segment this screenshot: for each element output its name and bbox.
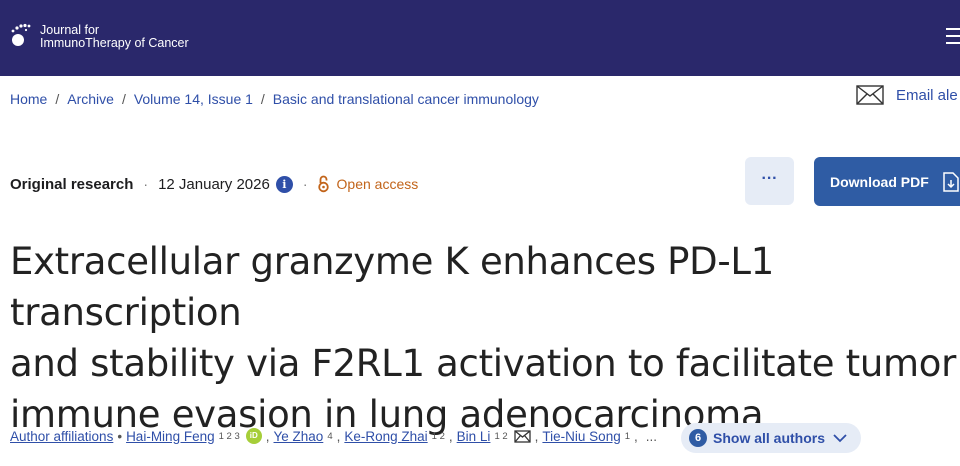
logo-mark-icon (11, 23, 31, 46)
info-icon[interactable]: i (275, 175, 293, 193)
download-pdf-button[interactable]: Download PDF (814, 157, 960, 206)
article-title-line2: and stability via F2RL1 activation to fa… (10, 342, 957, 385)
envelope-icon (856, 85, 884, 105)
breadcrumb-separator: / (121, 91, 126, 107)
author-comma: , (534, 428, 539, 444)
author-affiliation-sup: 1 2 (431, 430, 445, 442)
author-affiliations-link[interactable]: Author affiliations (10, 429, 113, 444)
site-header: Journal for ImmunoTherapy of Cancer (0, 0, 960, 76)
open-lock-icon (317, 175, 329, 193)
show-all-authors-button[interactable]: 6 Show all authors (681, 423, 862, 453)
meta-separator: · (302, 176, 308, 192)
hamburger-menu-icon[interactable] (946, 28, 960, 46)
show-all-authors-label: Show all authors (713, 430, 826, 446)
author-bullet: • (117, 428, 123, 444)
breadcrumb-archive[interactable]: Archive (67, 91, 114, 107)
journal-name-line2: ImmunoTherapy of Cancer (40, 36, 189, 50)
author-comma: , (634, 428, 638, 444)
meta-separator: · (143, 176, 149, 192)
email-alerts-label: Email ale (896, 86, 958, 104)
author-affiliation-sup: 1 2 (494, 430, 508, 442)
breadcrumb-issue[interactable]: Volume 14, Issue 1 (134, 91, 253, 107)
author-name[interactable]: Ke-Rong Zhai (344, 429, 427, 444)
journal-name: Journal for ImmunoTherapy of Cancer (40, 24, 189, 50)
author-affiliation-sup: 1 2 3 (218, 430, 240, 442)
breadcrumb-home[interactable]: Home (10, 91, 47, 107)
author-comma: , (448, 428, 453, 444)
breadcrumb-separator: / (260, 91, 265, 107)
author-name[interactable]: Tie-Niu Song (542, 429, 620, 444)
author-name[interactable]: Bin Li (457, 429, 491, 444)
author-comma: , (336, 428, 341, 444)
article-title: Extracellular granzyme K enhances PD-L1 … (10, 236, 960, 440)
open-access-label: Open access (336, 176, 419, 192)
author-affiliation-sup: 4 (327, 430, 333, 442)
article-title-line1: Extracellular granzyme K enhances PD-L1 … (10, 240, 774, 334)
download-file-icon (943, 171, 959, 192)
author-name[interactable]: Ye Zhao (274, 429, 324, 444)
chevron-down-icon (833, 433, 847, 442)
download-pdf-label: Download PDF (830, 173, 929, 190)
publication-date: 12 January 2026 (158, 175, 270, 193)
journal-logo[interactable]: Journal for ImmunoTherapy of Cancer (10, 22, 189, 52)
article-meta: Original research · 12 January 2026 i · … (10, 175, 418, 193)
orcid-icon[interactable]: iD (245, 428, 262, 444)
author-name[interactable]: Hai-Ming Feng (126, 429, 215, 444)
envelope-icon[interactable] (514, 429, 531, 443)
breadcrumb: Home / Archive / Volume 14, Issue 1 / Basic an… (10, 91, 539, 107)
author-list: Author affiliations • Hai-Ming Feng 1 2 3… (10, 428, 661, 444)
author-comma: , (265, 428, 270, 444)
author-ellipsis: ... (645, 428, 658, 444)
more-options-button[interactable]: ··· (745, 157, 794, 205)
breadcrumb-section[interactable]: Basic and translational cancer immunolog… (273, 91, 539, 107)
open-access-badge: Open access (317, 175, 419, 193)
author-count-badge: 6 (689, 429, 707, 447)
breadcrumb-separator: / (55, 91, 60, 107)
article-type: Original research (10, 175, 134, 193)
email-alerts-link[interactable]: Email ale (856, 85, 958, 105)
author-affiliation-sup: 1 (624, 430, 631, 442)
